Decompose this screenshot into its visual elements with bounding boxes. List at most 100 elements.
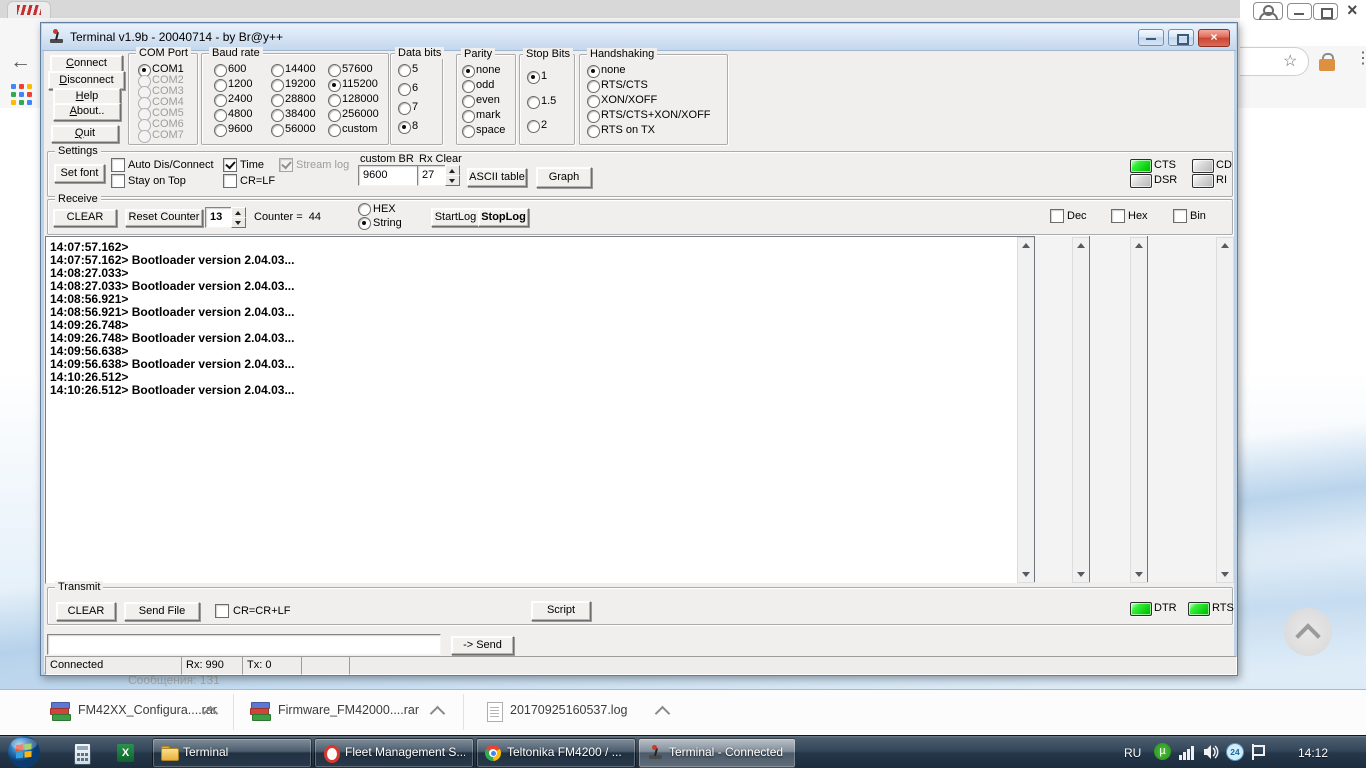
download-item[interactable]: FM42XX_Configura....rar bbox=[78, 703, 217, 717]
receive-log-area[interactable]: 14:07:57.162> 14:07:57.162> Bootloader v… bbox=[45, 236, 1036, 584]
taskbar-button-terminal-folder[interactable]: Terminal bbox=[152, 738, 312, 768]
radio-com7[interactable] bbox=[138, 130, 151, 143]
auto-disconnect-checkbox[interactable] bbox=[111, 158, 125, 172]
browser-tab[interactable] bbox=[7, 1, 51, 19]
tray-badge-24-icon[interactable]: 24 bbox=[1226, 743, 1244, 761]
radio-handshake-both[interactable] bbox=[587, 110, 600, 123]
radio-handshake-xonxoff[interactable] bbox=[587, 95, 600, 108]
hex-pane-2-scrollbar[interactable] bbox=[1130, 237, 1148, 583]
radio-baud-56000[interactable] bbox=[271, 124, 284, 137]
radio-databits-7[interactable] bbox=[398, 102, 411, 115]
hex-pane-1-scrollbar[interactable] bbox=[1072, 237, 1090, 583]
volume-icon[interactable] bbox=[1203, 744, 1220, 760]
calculator-icon[interactable] bbox=[74, 743, 91, 765]
bin-checkbox[interactable] bbox=[1173, 209, 1187, 223]
radio-parity-odd[interactable] bbox=[462, 80, 475, 93]
radio-parity-even[interactable] bbox=[462, 95, 475, 108]
download-item[interactable]: 20170925160537.log bbox=[510, 703, 627, 717]
radio-baud-128000[interactable] bbox=[328, 94, 341, 107]
radio-baud-4800[interactable] bbox=[214, 109, 227, 122]
scroll-to-top-button[interactable] bbox=[1284, 608, 1332, 656]
radio-baud-256000[interactable] bbox=[328, 109, 341, 122]
language-indicator[interactable]: RU bbox=[1124, 746, 1141, 760]
network-signal-icon[interactable] bbox=[1179, 744, 1198, 760]
radio-baud-38400[interactable] bbox=[271, 109, 284, 122]
radio-parity-mark[interactable] bbox=[462, 110, 475, 123]
dec-checkbox[interactable] bbox=[1050, 209, 1064, 223]
radio-baud-115200[interactable] bbox=[328, 79, 341, 92]
browser-back-icon[interactable]: ← bbox=[10, 50, 31, 74]
hex-checkbox[interactable] bbox=[1111, 209, 1125, 223]
download-chevron-icon[interactable] bbox=[655, 706, 671, 722]
browser-close-button[interactable]: × bbox=[1347, 0, 1358, 21]
log-scrollbar[interactable] bbox=[1017, 237, 1035, 583]
taskbar-button-terminal-connected[interactable]: Terminal - Connected bbox=[638, 738, 796, 768]
radio-baud-28800[interactable] bbox=[271, 94, 284, 107]
stay-on-top-checkbox[interactable] bbox=[111, 174, 125, 188]
apps-grid-icon[interactable] bbox=[11, 84, 35, 106]
radio-handshake-none[interactable] bbox=[587, 65, 600, 78]
script-button[interactable]: Script bbox=[531, 601, 591, 621]
about-button[interactable]: About.. bbox=[53, 103, 121, 121]
download-chevron-icon[interactable] bbox=[430, 706, 446, 722]
radio-parity-none[interactable] bbox=[462, 65, 475, 78]
graph-button[interactable]: Graph bbox=[536, 167, 592, 188]
address-bar-end[interactable] bbox=[1240, 47, 1309, 76]
ascii-table-button[interactable]: ASCII table bbox=[467, 168, 527, 187]
radio-databits-6[interactable] bbox=[398, 83, 411, 96]
terminal-minimize-button[interactable] bbox=[1138, 29, 1164, 46]
opera-icon bbox=[324, 745, 340, 763]
radio-baud-1200[interactable] bbox=[214, 79, 227, 92]
radio-stopbits-2[interactable] bbox=[527, 120, 540, 133]
radio-baud-9600[interactable] bbox=[214, 124, 227, 137]
browser-menu-icon[interactable]: ⋮ bbox=[1355, 55, 1366, 62]
send-input[interactable] bbox=[47, 634, 441, 655]
radio-baud-57600[interactable] bbox=[328, 64, 341, 77]
stream-log-checkbox[interactable] bbox=[279, 158, 293, 172]
cr-lf-checkbox[interactable] bbox=[223, 174, 237, 188]
startlog-button[interactable]: StartLog bbox=[431, 208, 480, 227]
set-font-button[interactable]: Set font bbox=[54, 164, 105, 183]
radio-stopbits-1[interactable] bbox=[527, 71, 540, 84]
quit-button[interactable]: Quit bbox=[51, 125, 119, 143]
radio-handshake-rtscts[interactable] bbox=[587, 80, 600, 93]
time-checkbox[interactable] bbox=[223, 158, 237, 172]
action-center-flag-icon[interactable] bbox=[1251, 744, 1265, 760]
stoplog-button[interactable]: StopLog bbox=[478, 208, 529, 227]
profile-button[interactable] bbox=[1253, 2, 1283, 20]
radio-string-mode[interactable] bbox=[358, 217, 371, 230]
radio-baud-19200[interactable] bbox=[271, 79, 284, 92]
radio-baud-14400[interactable] bbox=[271, 64, 284, 77]
rts-led bbox=[1188, 602, 1210, 616]
radio-databits-8[interactable] bbox=[398, 121, 411, 134]
send-button[interactable]: -> Send bbox=[451, 636, 514, 655]
radio-parity-space[interactable] bbox=[462, 125, 475, 138]
utorrent-icon[interactable]: µ bbox=[1154, 743, 1171, 760]
terminal-restore-button[interactable] bbox=[1168, 29, 1194, 46]
receive-count-spin-down[interactable] bbox=[231, 217, 246, 228]
hex-pane-3-scrollbar[interactable] bbox=[1216, 237, 1234, 583]
taskbar-button-teltonika[interactable]: Teltonika FM4200 / ... bbox=[476, 738, 636, 768]
transmit-clear-button[interactable]: CLEAR bbox=[56, 602, 116, 621]
reset-counter-button[interactable]: Reset Counter bbox=[125, 209, 203, 227]
cr-crlf-checkbox[interactable] bbox=[215, 604, 229, 618]
clock[interactable]: 14:12 bbox=[1298, 746, 1328, 760]
start-button[interactable] bbox=[6, 734, 42, 768]
terminal-close-button[interactable]: × bbox=[1198, 29, 1230, 47]
radio-handshake-rtsontx[interactable] bbox=[587, 125, 600, 138]
excel-icon[interactable]: X bbox=[117, 744, 134, 762]
browser-minimize-button[interactable] bbox=[1287, 3, 1312, 20]
send-file-button[interactable]: Send File bbox=[124, 602, 200, 621]
bookmark-star-icon[interactable]: ☆ bbox=[1283, 51, 1297, 71]
radio-baud-custom[interactable] bbox=[328, 124, 341, 137]
download-item[interactable]: Firmware_FM42000....rar bbox=[278, 703, 419, 717]
radio-hex-mode[interactable] bbox=[358, 203, 371, 216]
browser-maximize-button[interactable] bbox=[1313, 3, 1338, 20]
radio-baud-600[interactable] bbox=[214, 64, 227, 77]
rx-clear-spin-down[interactable] bbox=[445, 175, 460, 186]
radio-databits-5[interactable] bbox=[398, 64, 411, 77]
radio-stopbits-1-5[interactable] bbox=[527, 96, 540, 109]
radio-baud-2400[interactable] bbox=[214, 94, 227, 107]
taskbar-button-fleet-management[interactable]: Fleet Management S... bbox=[314, 738, 474, 768]
receive-clear-button[interactable]: CLEAR bbox=[53, 209, 117, 227]
